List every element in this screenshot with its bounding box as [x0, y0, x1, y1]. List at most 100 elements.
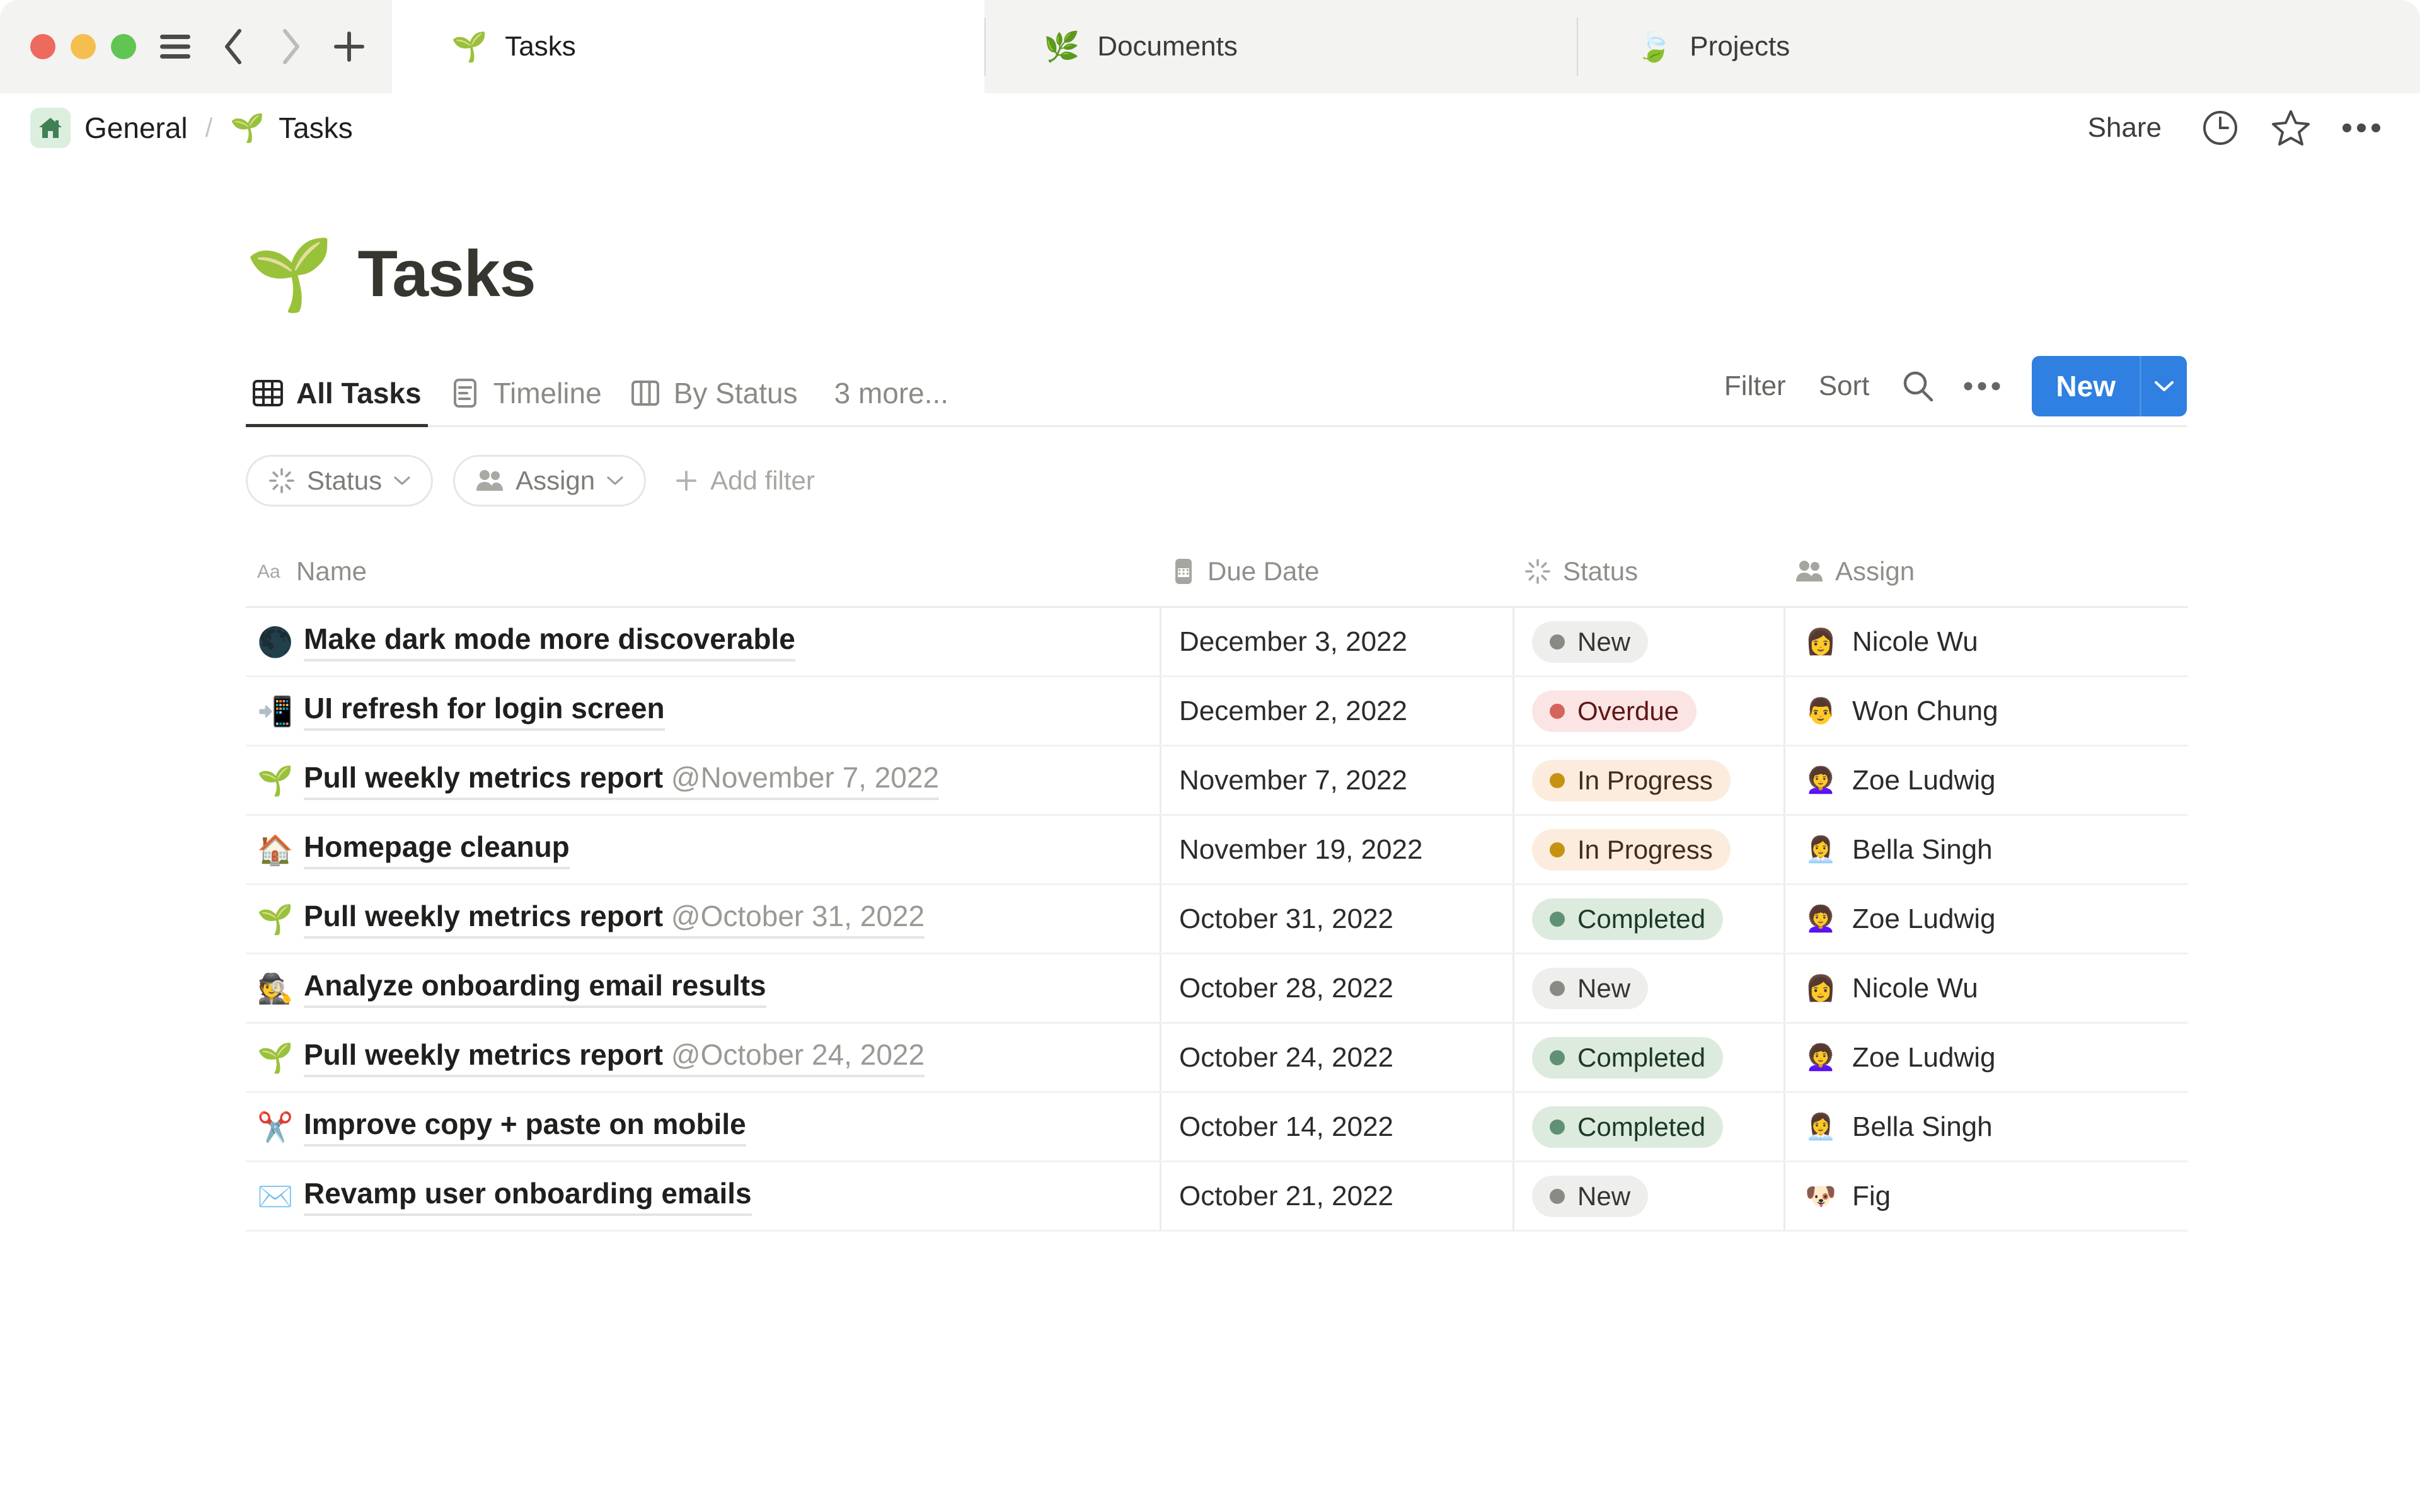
row-icon: 🌱 [257, 902, 294, 936]
cell-name[interactable]: 🌱 Pull weekly metrics report @October 31,… [246, 885, 1160, 953]
column-header-due-date[interactable]: Due Date [1160, 556, 1512, 587]
cell-status[interactable]: New [1512, 1162, 1783, 1230]
forward-button[interactable] [265, 20, 318, 73]
cell-status[interactable]: In Progress [1512, 816, 1783, 883]
cell-assign[interactable]: 🐶 Fig [1783, 1162, 2187, 1230]
tab-documents[interactable]: 🌿 Documents [984, 0, 1577, 93]
star-icon [2272, 110, 2310, 146]
cell-name[interactable]: ✂️ Improve copy + paste on mobile [246, 1093, 1160, 1160]
minimize-window-button[interactable] [71, 34, 96, 59]
cell-status[interactable]: Completed [1512, 1024, 1783, 1091]
table-row[interactable]: 🌱 Pull weekly metrics report @October 31,… [246, 885, 2188, 954]
cell-due-date[interactable]: October 21, 2022 [1160, 1162, 1512, 1230]
task-name-link[interactable]: Improve copy + paste on mobile [304, 1107, 746, 1147]
cell-assign[interactable]: 👩‍💼 Bella Singh [1783, 1093, 2187, 1160]
table-row[interactable]: 🌑 Make dark mode more discoverable Decembe… [246, 608, 2188, 677]
cell-assign[interactable]: 👩‍🦱 Zoe Ludwig [1783, 1024, 2187, 1091]
new-tab-button[interactable] [323, 20, 376, 73]
search-button[interactable] [1897, 365, 1939, 407]
task-name-text: Pull weekly metrics report [304, 1038, 671, 1071]
cell-due-date[interactable]: November 19, 2022 [1160, 816, 1512, 883]
view-tab-by-status[interactable]: By Status [623, 376, 819, 425]
column-header-assign[interactable]: Assign [1783, 556, 2187, 587]
breadcrumb-item-tasks[interactable]: Tasks [279, 111, 353, 145]
cell-assign[interactable]: 👩‍🦱 Zoe Ludwig [1783, 885, 2187, 953]
new-button[interactable]: New [2032, 356, 2140, 416]
tab-tasks[interactable]: 🌱 Tasks [392, 0, 984, 93]
task-name-link[interactable]: Analyze onboarding email results [304, 968, 766, 1008]
cell-due-date[interactable]: December 2, 2022 [1160, 677, 1512, 745]
favorite-button[interactable] [2270, 107, 2312, 149]
new-dropdown-button[interactable] [2140, 356, 2187, 416]
tab-projects[interactable]: 🍃 Projects [1577, 0, 2169, 93]
table-row[interactable]: 🕵️ Analyze onboarding email results Octobe… [246, 954, 2188, 1024]
cell-status[interactable]: Completed [1512, 1093, 1783, 1160]
assignee-name: Bella Singh [1852, 833, 1993, 865]
sort-button[interactable]: Sort [1814, 367, 1875, 406]
status-label: In Progress [1577, 834, 1713, 864]
cell-assign[interactable]: 👩‍🦱 Zoe Ludwig [1783, 747, 2187, 814]
cell-name[interactable]: ✉️ Revamp user onboarding emails [246, 1162, 1160, 1230]
cell-due-date[interactable]: October 28, 2022 [1160, 954, 1512, 1022]
cell-assign[interactable]: 👩‍💼 Bella Singh [1783, 816, 2187, 883]
task-name-link[interactable]: Homepage cleanup [304, 830, 570, 869]
cell-status[interactable]: In Progress [1512, 747, 1783, 814]
task-name-link[interactable]: Make dark mode more discoverable [304, 622, 795, 662]
cell-assign[interactable]: 👩 Nicole Wu [1783, 954, 2187, 1022]
table-row[interactable]: 🏠 Homepage cleanup November 19, 2022 In Pro… [246, 816, 2188, 885]
table-row[interactable]: 📲 UI refresh for login screen December 2, … [246, 677, 2188, 747]
view-tabs-more-button[interactable]: 3 more... [819, 376, 971, 425]
cell-status[interactable]: Completed [1512, 885, 1783, 953]
cell-due-date[interactable]: December 3, 2022 [1160, 608, 1512, 675]
cell-status[interactable]: Overdue [1512, 677, 1783, 745]
maximize-window-button[interactable] [111, 34, 136, 59]
cell-due-date[interactable]: October 31, 2022 [1160, 885, 1512, 953]
filter-button[interactable]: Filter [1719, 367, 1791, 406]
new-button-group: New [2032, 356, 2187, 416]
column-header-name[interactable]: Aa Name [246, 556, 1160, 587]
page-icon-seedling-icon[interactable]: 🌱 [246, 239, 333, 310]
task-name-link[interactable]: Pull weekly metrics report @October 24, … [304, 1038, 925, 1077]
cell-name[interactable]: 🏠 Homepage cleanup [246, 816, 1160, 883]
close-window-button[interactable] [30, 34, 55, 59]
cell-assign[interactable]: 👨 Won Chung [1783, 677, 2187, 745]
cell-name[interactable]: 🌱 Pull weekly metrics report @October 24,… [246, 1024, 1160, 1091]
home-icon [39, 118, 62, 138]
task-date-mention: @October 31, 2022 [671, 900, 925, 932]
cell-assign[interactable]: 👩 Nicole Wu [1783, 608, 2187, 675]
table-row[interactable]: 🌱 Pull weekly metrics report @October 24,… [246, 1024, 2188, 1093]
cell-due-date[interactable]: November 7, 2022 [1160, 747, 1512, 814]
table-row[interactable]: ✂️ Improve copy + paste on mobile October … [246, 1093, 2188, 1162]
table-row[interactable]: ✉️ Revamp user onboarding emails October 2… [246, 1162, 2188, 1232]
view-tab-all-tasks[interactable]: All Tasks [246, 376, 443, 427]
task-name-link[interactable]: Pull weekly metrics report @November 7, … [304, 760, 940, 800]
cell-due-date[interactable]: October 24, 2022 [1160, 1024, 1512, 1091]
due-date-value: October 21, 2022 [1179, 1180, 1394, 1211]
filter-chip-status[interactable]: Status [246, 455, 434, 507]
table-row[interactable]: 🌱 Pull weekly metrics report @November 7,… [246, 747, 2188, 816]
history-button[interactable] [2199, 107, 2241, 149]
add-filter-button[interactable]: Add filter [666, 466, 815, 496]
cell-due-date[interactable]: October 14, 2022 [1160, 1093, 1512, 1160]
cell-name[interactable]: 🌑 Make dark mode more discoverable [246, 608, 1160, 675]
breadcrumb-item-general[interactable]: General [84, 111, 188, 145]
back-button[interactable] [207, 20, 260, 73]
view-more-button[interactable] [1961, 365, 2003, 407]
row-icon: 🕵️ [257, 971, 294, 1005]
breadcrumb-home-button[interactable] [30, 108, 71, 148]
page-title[interactable]: Tasks [357, 237, 536, 312]
view-tab-timeline[interactable]: Timeline [443, 376, 623, 425]
cell-status[interactable]: New [1512, 954, 1783, 1022]
cell-name[interactable]: 🌱 Pull weekly metrics report @November 7,… [246, 747, 1160, 814]
column-header-status[interactable]: Status [1512, 556, 1783, 587]
cell-name[interactable]: 🕵️ Analyze onboarding email results [246, 954, 1160, 1022]
task-name-link[interactable]: UI refresh for login screen [304, 691, 665, 731]
task-name-link[interactable]: Revamp user onboarding emails [304, 1176, 752, 1216]
cell-name[interactable]: 📲 UI refresh for login screen [246, 677, 1160, 745]
share-button[interactable]: Share [2079, 106, 2170, 150]
task-name-link[interactable]: Pull weekly metrics report @October 31, … [304, 899, 925, 939]
sidebar-toggle-button[interactable] [149, 20, 202, 73]
page-more-button[interactable] [2341, 107, 2382, 149]
cell-status[interactable]: New [1512, 608, 1783, 675]
filter-chip-assign[interactable]: Assign [453, 455, 647, 507]
